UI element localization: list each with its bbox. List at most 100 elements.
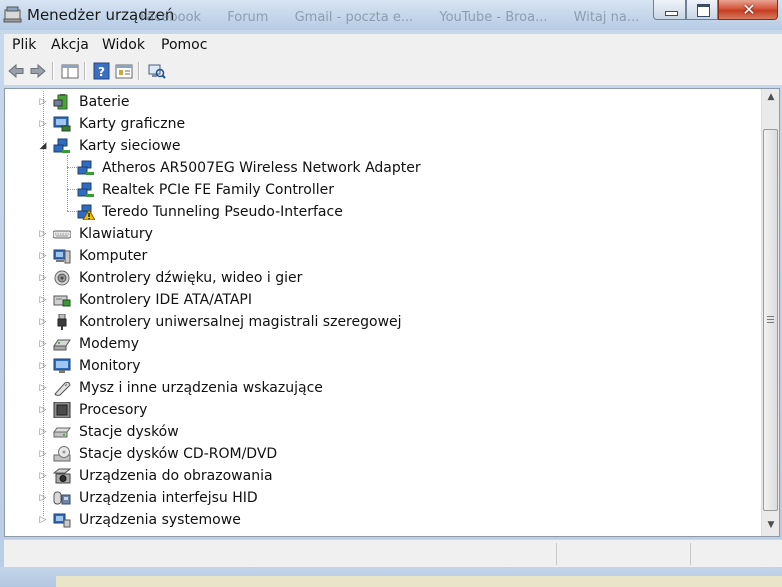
- expand-arrow-icon[interactable]: ▷: [38, 333, 48, 355]
- toolbar-separator: [84, 62, 86, 80]
- speaker-icon: [54, 270, 70, 286]
- expand-arrow-icon[interactable]: ▷: [38, 421, 48, 443]
- minimize-button[interactable]: [653, 0, 686, 20]
- background-taskbar: [56, 575, 782, 587]
- show-hide-console-tree-icon[interactable]: [60, 62, 80, 80]
- toolbar-separator: [138, 62, 140, 80]
- status-bar: [4, 539, 782, 568]
- tree-item-procesory[interactable]: ▷ Procesory: [5, 399, 745, 421]
- disk-drive-icon: [53, 427, 71, 438]
- tree-item-monitory[interactable]: ▷ Monitory: [5, 355, 745, 377]
- status-bar-pane: [556, 543, 691, 565]
- tree-item-karty-graficzne[interactable]: ▷ Karty graficzne: [5, 113, 745, 135]
- tree-item-kontrolery-usb[interactable]: ▷ Kontrolery uniwersalnej magistrali sze…: [5, 311, 745, 333]
- display-adapter-icon: [53, 116, 71, 132]
- tree-item-modemy[interactable]: ▷ Modemy: [5, 333, 745, 355]
- network-adapter-icon: [77, 160, 94, 175]
- tree-item-mysz[interactable]: ▷ Mysz i inne urządzenia wskazujące: [5, 377, 745, 399]
- tree-item-label: Karty sieciowe: [79, 138, 181, 154]
- menu-akcja[interactable]: Akcja: [51, 37, 89, 53]
- properties-icon[interactable]: [114, 62, 134, 80]
- close-button[interactable]: ✕: [718, 0, 778, 20]
- expand-arrow-icon[interactable]: ▷: [38, 311, 48, 333]
- monitor-icon: [53, 358, 71, 373]
- device-manager-window: Menedżer urządzeń Facebook Forum Gmail -…: [0, 0, 782, 587]
- vertical-scrollbar[interactable]: ▲ ▼: [761, 89, 779, 536]
- tree-item-karty-sieciowe[interactable]: ◢ Karty sieciowe: [5, 135, 745, 157]
- expand-arrow-icon[interactable]: ▷: [38, 223, 48, 245]
- tree-item-label: Urządzenia interfejsu HID: [79, 490, 258, 506]
- tree-item-klawiatury[interactable]: ▷ Klawiatury: [5, 223, 745, 245]
- tree-item-label: Stacje dysków CD-ROM/DVD: [79, 446, 278, 462]
- tree-item-teredo[interactable]: Teredo Tunneling Pseudo-Interface: [5, 201, 745, 223]
- forward-icon[interactable]: [28, 62, 48, 80]
- expand-arrow-icon[interactable]: ▷: [38, 289, 48, 311]
- tree-item-cd-rom[interactable]: ▷ Stacje dysków CD-ROM/DVD: [5, 443, 745, 465]
- ide-controller-icon: [53, 295, 71, 307]
- tree-item-obrazowanie[interactable]: ▷ Urządzenia do obrazowania: [5, 465, 745, 487]
- tree-item-label: Urządzenia systemowe: [79, 512, 241, 528]
- tree-item-label: Baterie: [79, 94, 130, 110]
- tree-item-label: Teredo Tunneling Pseudo-Interface: [102, 204, 343, 220]
- grip-line: [767, 319, 774, 320]
- tree-item-kontrolery-ide[interactable]: ▷ Kontrolery IDE ATA/ATAPI: [5, 289, 745, 311]
- expand-arrow-icon[interactable]: ▷: [38, 487, 48, 509]
- cd-rom-icon: [53, 446, 71, 462]
- network-adapter-icon: [53, 138, 70, 153]
- help-icon[interactable]: ?: [92, 62, 112, 80]
- tree-item-hid[interactable]: ▷ Urządzenia interfejsu HID: [5, 487, 745, 509]
- tree-item-label: Kontrolery uniwersalnej magistrali szere…: [79, 314, 402, 330]
- expand-arrow-icon[interactable]: ▷: [38, 113, 48, 135]
- expand-arrow-icon[interactable]: ▷: [38, 245, 48, 267]
- background-tab: Witaj na...: [573, 10, 640, 25]
- background-tab: Forum: [227, 10, 269, 25]
- tree-item-urzadzenia-systemowe[interactable]: ▷ Urządzenia systemowe: [5, 509, 745, 531]
- expand-arrow-icon[interactable]: ▷: [38, 399, 48, 421]
- scroll-down-arrow-icon[interactable]: ▼: [762, 517, 779, 534]
- expand-arrow-icon[interactable]: ▷: [38, 355, 48, 377]
- tree-item-label: Monitory: [79, 358, 141, 374]
- tree-item-kontrolery-dzwieku[interactable]: ▷ Kontrolery dźwięku, wideo i gier: [5, 267, 745, 289]
- collapse-arrow-icon[interactable]: ◢: [38, 135, 48, 157]
- keyboard-icon: [53, 230, 71, 239]
- mouse-icon: [54, 381, 71, 396]
- scroll-up-arrow-icon[interactable]: ▲: [762, 89, 779, 106]
- tree-item-label: Karty graficzne: [79, 116, 186, 132]
- tree-item-label: Kontrolery dźwięku, wideo i gier: [79, 270, 303, 286]
- title-bar[interactable]: Menedżer urządzeń Facebook Forum Gmail -…: [0, 0, 782, 30]
- tree-item-atheros[interactable]: Atheros AR5007EG Wireless Network Adapte…: [5, 157, 745, 179]
- menu-plik[interactable]: Plik: [12, 37, 36, 53]
- minimize-icon: [665, 11, 678, 16]
- menu-pomoc[interactable]: Pomoc: [161, 37, 207, 53]
- expand-arrow-icon[interactable]: ▷: [38, 91, 48, 113]
- scrollbar-thumb[interactable]: [763, 129, 778, 511]
- tree-item-label: Stacje dysków: [79, 424, 179, 440]
- tree-item-stacje-dyskow[interactable]: ▷ Stacje dysków: [5, 421, 745, 443]
- expand-arrow-icon[interactable]: ▷: [38, 443, 48, 465]
- usb-plug-icon: [57, 314, 67, 330]
- expand-arrow-icon[interactable]: ▷: [38, 377, 48, 399]
- network-adapter-warning-icon: [77, 204, 95, 220]
- tree-item-realtek[interactable]: Realtek PCIe FE Family Controller: [5, 179, 745, 201]
- tree-item-komputer[interactable]: ▷ Komputer: [5, 245, 745, 267]
- expand-arrow-icon[interactable]: ▷: [38, 465, 48, 487]
- grip-line: [767, 316, 774, 317]
- scan-hardware-icon[interactable]: [146, 62, 166, 80]
- back-icon[interactable]: [6, 62, 26, 80]
- processor-icon: [53, 402, 71, 418]
- device-tree: ▷ Baterie ▷ Karty graficzne ◢ Karty siec…: [5, 89, 761, 536]
- network-adapter-icon: [77, 182, 94, 197]
- tree-item-label: Urządzenia do obrazowania: [79, 468, 273, 484]
- background-browser-tabs: Facebook Forum Gmail - poczta e... YouTu…: [140, 10, 661, 25]
- expand-arrow-icon[interactable]: ▷: [38, 267, 48, 289]
- device-tree-pane: ▷ Baterie ▷ Karty graficzne ◢ Karty siec…: [4, 88, 780, 537]
- svg-text:?: ?: [98, 65, 105, 79]
- menu-widok[interactable]: Widok: [102, 37, 145, 53]
- maximize-button[interactable]: [686, 0, 718, 20]
- background-tab: YouTube - Broa...: [439, 10, 548, 25]
- battery-icon: [53, 94, 68, 110]
- system-devices-icon: [53, 513, 71, 528]
- status-bar-pane: [690, 543, 781, 565]
- tree-item-baterie[interactable]: ▷ Baterie: [5, 91, 745, 113]
- expand-arrow-icon[interactable]: ▷: [38, 509, 48, 531]
